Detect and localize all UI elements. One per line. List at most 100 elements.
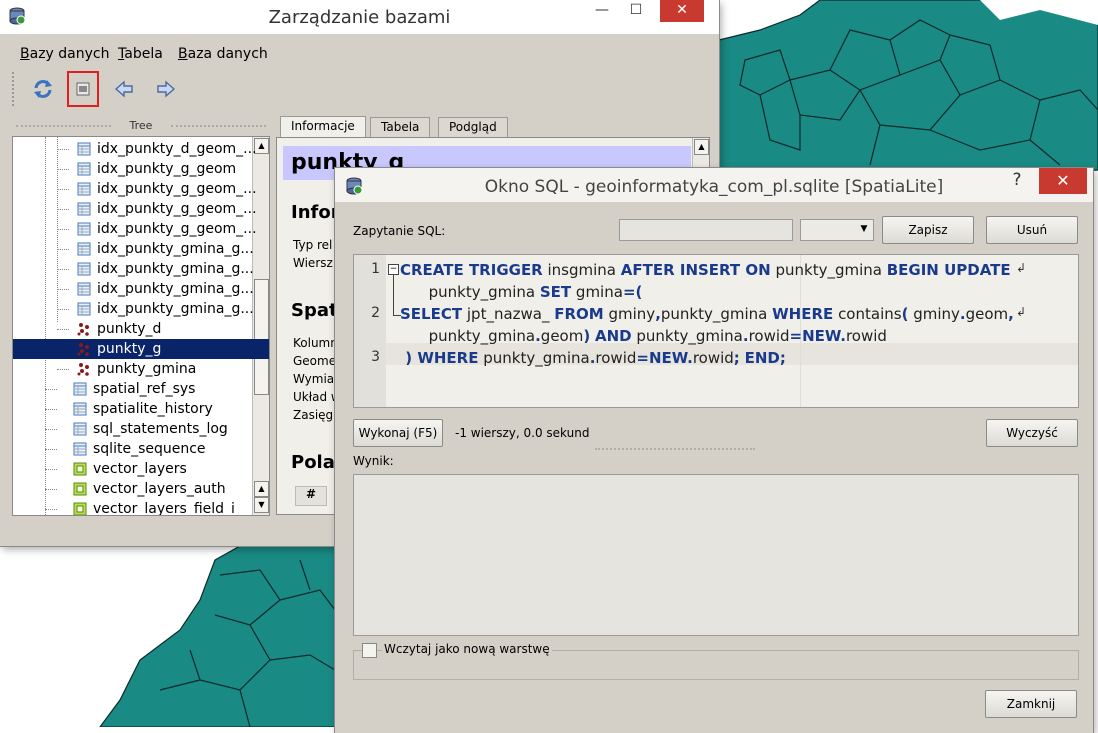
sql-window[interactable]: Okno SQL - geoinformatyka_com_pl.sqlite … (335, 168, 1093, 733)
close-button[interactable]: Zamknij (985, 690, 1077, 718)
sql-token: jpt_nazwa_ (462, 305, 555, 323)
sql-titlebar[interactable]: Okno SQL - geoinformatyka_com_pl.sqlite … (335, 168, 1093, 202)
main-close-button[interactable]: ✕ (660, 0, 704, 22)
code-line: SELECT jpt_nazwa_ FROM gminy, punkty_gmin… (400, 305, 1014, 323)
tree-item-label: sqlite_sequence (93, 441, 206, 457)
export-button[interactable] (150, 72, 180, 106)
maximize-button[interactable]: ☐ (614, 0, 658, 22)
tree-branch (57, 329, 69, 330)
sql-editor[interactable]: − ↲ ↲ 1 CREATE TRIGGER insgmina AFTER INS… (353, 254, 1079, 408)
main-titlebar[interactable]: Zarządzanie bazami — ☐ ✕ (0, 0, 719, 34)
result-grid[interactable] (353, 474, 1079, 636)
tree-item[interactable]: sql_statements_log (73, 419, 228, 439)
tree-branch (57, 269, 69, 270)
tree-item[interactable]: punkty_d (77, 319, 161, 339)
spatial-section-heading: Spat (291, 300, 338, 321)
help-button[interactable]: ? (1005, 170, 1029, 190)
view-icon (73, 502, 87, 515)
sql-window-button[interactable] (67, 71, 99, 107)
tree-item[interactable]: idx_punkty_gmina_g... (77, 259, 254, 279)
line-number: 2 (371, 305, 380, 321)
tree-item[interactable]: idx_punkty_g_geom_... (77, 199, 257, 219)
tree-branch (45, 449, 57, 450)
tree-branch (45, 409, 57, 410)
menubar: Bazy danych Tabela Baza danych (0, 40, 719, 66)
query-name-input[interactable] (619, 219, 793, 241)
menu-baza-danych[interactable]: Baza danych (178, 46, 268, 62)
tree-item[interactable]: vector_layers_auth (73, 479, 226, 499)
scroll-down-button[interactable]: ▲ (254, 481, 269, 497)
tree-item[interactable]: idx_punkty_gmina_g... (77, 299, 254, 319)
table-icon (73, 422, 87, 436)
sql-close-button[interactable]: ✕ (1039, 168, 1087, 194)
result-label: Wynik: (353, 454, 394, 468)
tree-item[interactable]: punkty_gmina (77, 359, 196, 379)
sql-keyword: AND (594, 327, 632, 345)
scroll-down-button-2[interactable]: ▼ (254, 497, 269, 513)
sql-token: contains (833, 305, 902, 323)
tree-item[interactable]: idx_punkty_gmina_g... (77, 239, 254, 259)
tree-branch (45, 469, 57, 470)
save-button[interactable]: Zapisz (882, 216, 974, 244)
tree-item-label: sql_statements_log (93, 421, 228, 437)
tree-branch (45, 429, 57, 430)
tree-item[interactable]: spatialite_history (73, 399, 213, 419)
tree-branch (57, 309, 69, 310)
table-icon (77, 142, 91, 156)
sql-token: geom (965, 305, 1009, 323)
tree-item[interactable]: spatial_ref_sys (73, 379, 195, 399)
tree-item[interactable]: idx_punkty_g_geom_... (77, 179, 257, 199)
fold-toggle-icon[interactable]: − (388, 264, 399, 275)
sql-keyword: END; (744, 349, 786, 367)
refresh-button[interactable] (28, 72, 58, 106)
tree-item[interactable]: idx_punkty_d_geom_... (77, 139, 257, 159)
fields-table-header: # (295, 486, 327, 506)
delete-button[interactable]: Usuń (986, 216, 1078, 244)
tree-item-label: spatialite_history (93, 401, 213, 417)
tree-item[interactable]: idx_punkty_g_geom_... (77, 219, 257, 239)
spatial-row: Kolumn (293, 336, 338, 350)
tree-item[interactable]: vector_layers (73, 459, 187, 479)
menu-tabela[interactable]: Tabela (118, 46, 163, 62)
tree-item[interactable]: punkty_g (13, 339, 269, 359)
sql-token: rowid (748, 327, 790, 345)
tab-informacje[interactable]: Informacje (280, 116, 366, 138)
code-line: punkty_gmina SET gmina=( (400, 283, 643, 301)
tree-branch (45, 509, 57, 510)
sql-keyword: NEW (648, 349, 688, 367)
load-as-layer-label: Wczytaj jako nową warstwę (382, 642, 552, 656)
tree-item-label: punkty_gmina (97, 361, 197, 377)
tab-tabela[interactable]: Tabela (370, 117, 431, 137)
info-scroll-up[interactable]: ▲ (694, 139, 709, 155)
tree-item-label: idx_punkty_gmina_g... (97, 241, 254, 257)
sql-token: rowid (595, 349, 637, 367)
point-layer-icon (77, 343, 89, 356)
tree-item-label: idx_punkty_g_geom (97, 161, 237, 177)
sql-token: rowid (692, 349, 734, 367)
tree-item[interactable]: idx_punkty_gmina_g... (77, 279, 254, 299)
tree-branch (57, 149, 69, 150)
sql-keyword: =( (622, 283, 643, 301)
tree-guide (57, 137, 58, 322)
clear-button[interactable]: Wyczyść (986, 419, 1078, 447)
sql-keyword: AFTER INSERT ON (620, 261, 771, 279)
import-button[interactable] (110, 72, 140, 106)
database-tree[interactable]: ▲ ▲ ▼ idx_punkty_d_geom_... idx_punkty_g_… (12, 136, 270, 516)
scroll-thumb[interactable] (254, 279, 269, 395)
query-history-select[interactable]: ▼ (800, 219, 874, 241)
tree-item[interactable]: vector_layers_field_i (73, 499, 235, 515)
tree-item[interactable]: idx_punkty_g_geom (77, 159, 236, 179)
view-icon (73, 482, 87, 496)
menu-bazy-danych[interactable]: Bazy danych (20, 46, 109, 62)
line-number-gutter (354, 255, 386, 407)
tree-item[interactable]: sqlite_sequence (73, 439, 206, 459)
tab-podglad[interactable]: Podgląd (438, 117, 508, 137)
execute-button[interactable]: Wykonaj (F5) (353, 419, 443, 447)
tree-header: Tree (12, 119, 270, 133)
chevron-down-icon: ▼ (860, 224, 868, 234)
splitter-handle[interactable] (595, 448, 755, 450)
line-number: 1 (371, 261, 380, 277)
load-as-layer-checkbox[interactable] (362, 643, 377, 658)
sql-token: punkty_gmina (400, 327, 536, 345)
table-icon (77, 242, 91, 256)
